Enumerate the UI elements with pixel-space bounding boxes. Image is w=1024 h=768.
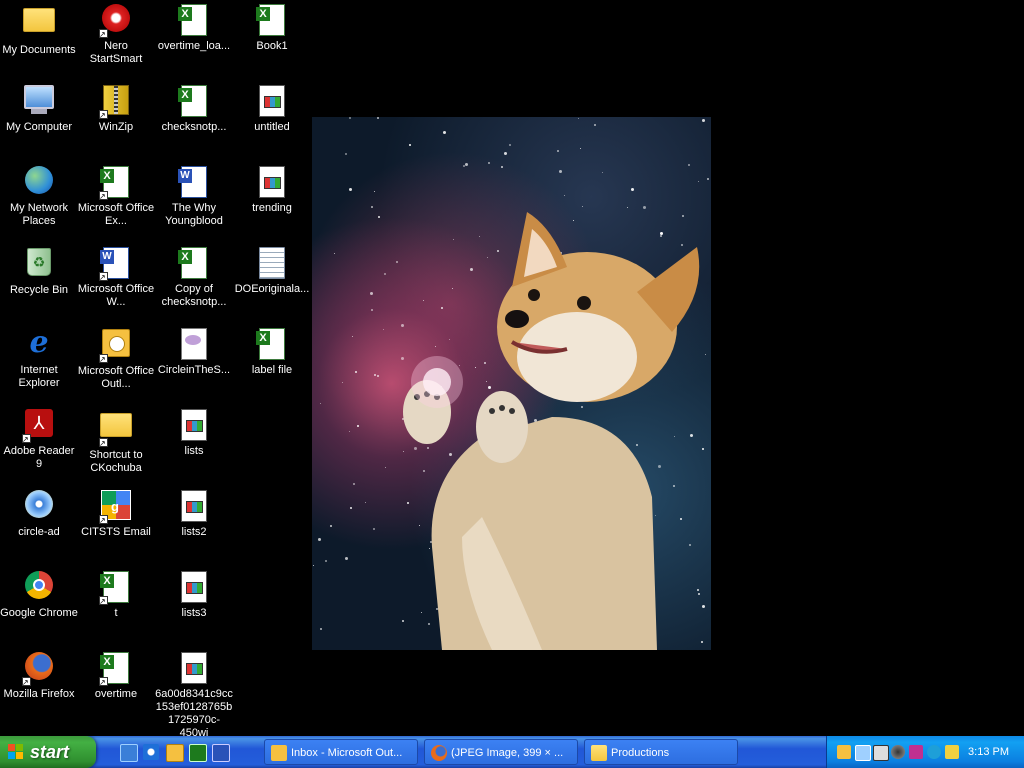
task-inbox-outlook[interactable]: Inbox - Microsoft Out... [264,739,418,765]
quicklaunch-word-icon[interactable] [212,744,230,762]
html-file-icon [178,490,210,522]
desktop-icon-internet-explorer[interactable]: e Internet Explorer [0,326,78,390]
desktop-icon-my-documents[interactable]: My Documents [0,2,78,57]
excel-file-icon [178,247,210,279]
word-icon [99,247,132,282]
desktop-icon-the-why-youngblood[interactable]: The Why Youngblood [155,164,233,228]
system-tray: 3:13 PM [826,736,1024,768]
desktop-icon-adobe-reader[interactable]: ⅄ Adobe Reader 9 [0,407,78,471]
winzip-icon [99,85,132,120]
desktop-icon-lists3[interactable]: lists3 [155,569,233,620]
folder-icon [591,745,607,761]
desktop-icon-nero-startsmart[interactable]: Nero StartSmart [77,2,155,66]
recycle-bin-icon: ♻ [23,248,55,280]
adobe-reader-icon: ⅄ [22,409,55,444]
network-tray-icon[interactable] [855,745,871,761]
folder-documents-icon [23,8,55,40]
outlook-icon [271,745,287,761]
firefox-icon [431,745,447,761]
excel-file-icon [178,85,210,117]
wallpaper-image [312,117,711,650]
messenger-tray-icon[interactable] [927,745,941,759]
clock[interactable]: 3:13 PM [968,736,1009,768]
desktop-icon-untitled[interactable]: untitled [233,83,311,134]
task-jpeg-image-firefox[interactable]: (JPEG Image, 399 × ... [424,739,578,765]
outlook-clock-icon [99,329,132,364]
google-mail-icon: g [99,490,132,525]
volume-tray-icon[interactable] [891,745,905,759]
windows-flag-icon [8,744,23,759]
quicklaunch-internet-explorer-icon[interactable] [143,744,159,760]
desktop-icon-overtime-loa[interactable]: overtime_loa... [155,2,233,53]
desktop-icon-checksnotp[interactable]: checksnotp... [155,83,233,134]
desktop-icon-label-file[interactable]: label file [233,326,311,377]
excel-file-icon [256,4,288,36]
monitor-tray-icon[interactable] [873,745,889,761]
start-button[interactable]: start [0,736,96,768]
desktop-icon-circle-ad[interactable]: circle-ad [0,488,78,539]
network-globe-icon [23,166,55,198]
desktop-icon-winzip[interactable]: WinZip [77,83,155,134]
desktop-icon-microsoft-office-excel[interactable]: Microsoft Office Ex... [77,164,155,228]
outlook-reminder-tray-icon[interactable] [837,745,851,759]
start-label: start [30,742,70,762]
desktop-icon-microsoft-office-word[interactable]: Microsoft Office W... [77,245,155,309]
chrome-icon [23,571,55,603]
taskbar: start Inbox - Microsoft Out... (JPEG Ima… [0,736,1024,768]
excel-file-icon [256,328,288,360]
media-disc-icon [23,490,55,522]
application-tray-icon[interactable] [909,745,923,759]
desktop-icon-mozilla-firefox[interactable]: Mozilla Firefox [0,650,78,701]
desktop-icon-microsoft-office-outlook[interactable]: Microsoft Office Outl... [77,326,155,391]
quicklaunch-show-desktop-icon[interactable] [120,744,138,762]
nero-icon [99,4,132,39]
desktop-icon-t[interactable]: t [77,569,155,620]
desktop[interactable]: My Documents My Computer My Network Plac… [0,0,1024,739]
task-productions-folder[interactable]: Productions [584,739,738,765]
desktop-icon-copy-of-checksnotp[interactable]: Copy of checksnotp... [155,245,233,309]
desktop-icon-overtime[interactable]: overtime [77,650,155,701]
html-file-icon [178,571,210,603]
excel-file-icon [178,4,210,36]
html-file-icon [256,85,288,117]
desktop-icon-shortcut-ckochuba[interactable]: Shortcut to CKochuba [77,407,155,475]
quicklaunch-outlook-icon[interactable] [166,744,184,762]
quicklaunch-excel-icon[interactable] [189,744,207,762]
desktop-icon-lists[interactable]: lists [155,407,233,458]
desktop-icon-google-chrome[interactable]: Google Chrome [0,569,78,620]
desktop-icon-my-network-places[interactable]: My Network Places [0,164,78,228]
excel-file-icon [99,571,132,606]
computer-icon [23,85,55,117]
desktop-icon-circleinthes[interactable]: CircleinTheS... [155,326,233,377]
desktop-icon-book1[interactable]: Book1 [233,2,311,53]
html-file-icon [178,652,210,684]
image-file-icon [178,328,210,360]
excel-file-icon [99,652,132,687]
text-file-icon [256,247,288,279]
desktop-icon-recycle-bin[interactable]: ♻ Recycle Bin [0,245,78,297]
html-file-icon [178,409,210,441]
corgi-illustration [403,212,700,650]
security-shield-tray-icon[interactable] [945,745,959,759]
desktop-icon-lists2[interactable]: lists2 [155,488,233,539]
desktop-icon-trending[interactable]: trending [233,164,311,215]
excel-icon [99,166,132,201]
desktop-icon-doeoriginala[interactable]: DOEoriginala... [233,245,311,296]
desktop-icon-citsts-email[interactable]: g CITSTS Email [77,488,155,539]
word-file-icon [178,166,210,198]
folder-icon [99,413,132,448]
internet-explorer-icon: e [29,325,49,360]
desktop-icon-my-computer[interactable]: My Computer [0,83,78,134]
desktop-icon-6a00d8341c9c[interactable]: 6a00d8341c9cc153ef0128765b1725970c-450wi [155,650,233,740]
html-file-icon [256,166,288,198]
firefox-icon [22,652,55,687]
